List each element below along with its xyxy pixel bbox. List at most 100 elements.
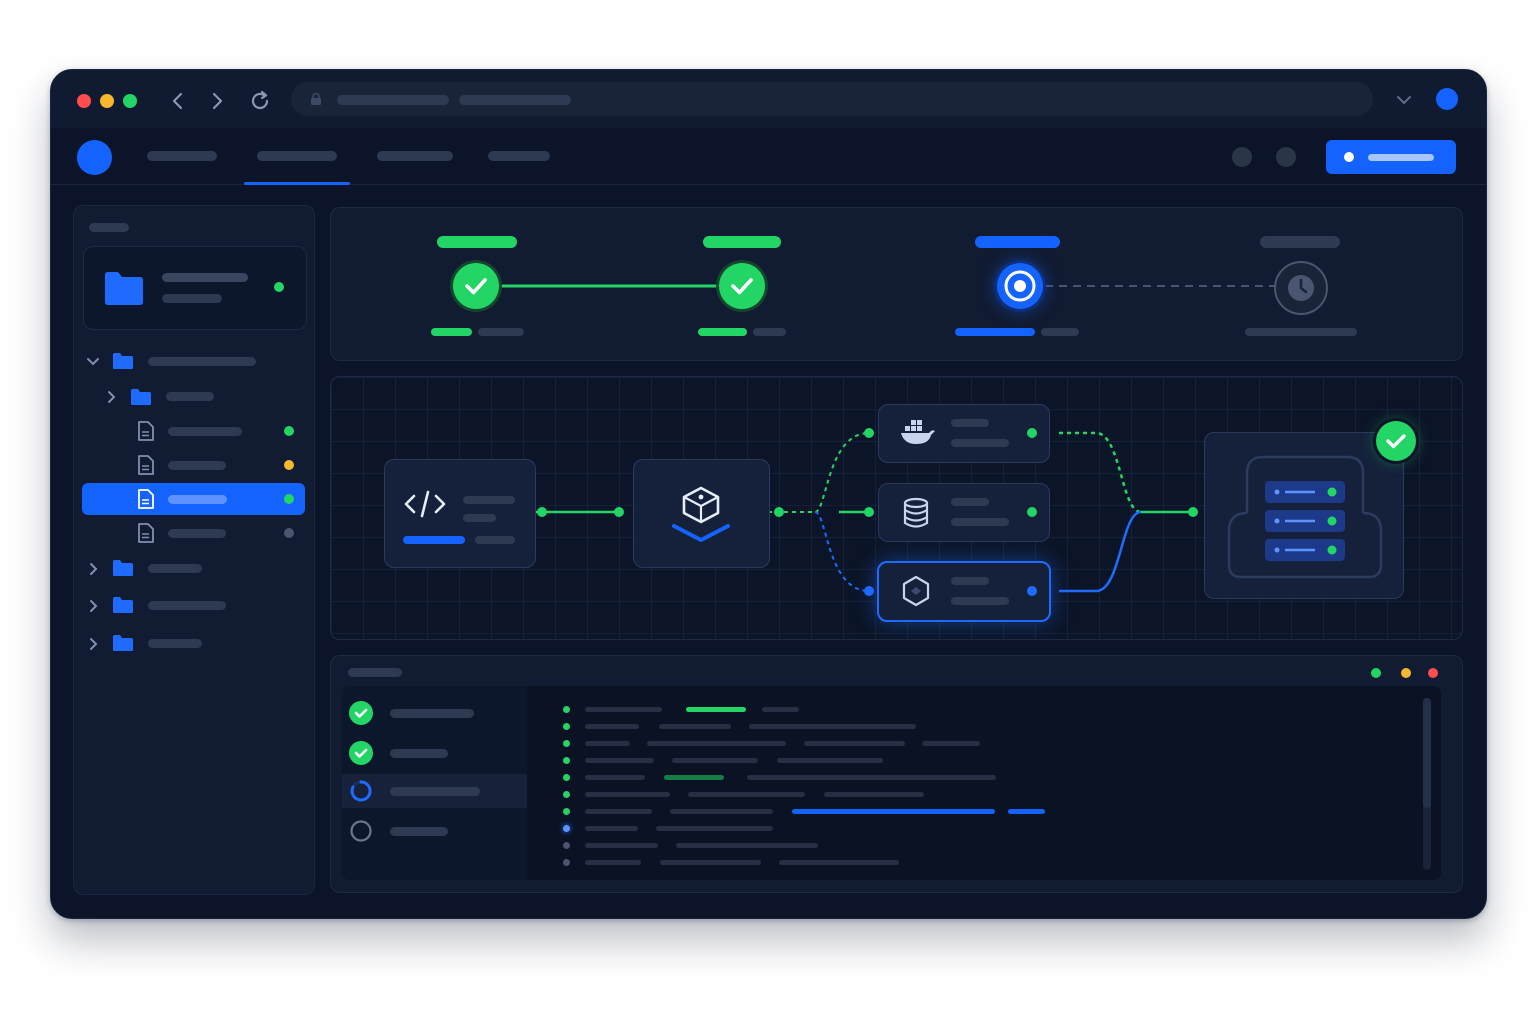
stage-1-title bbox=[437, 236, 517, 248]
step-row-1[interactable] bbox=[342, 696, 537, 730]
tree-file-2[interactable] bbox=[74, 449, 314, 481]
folder-icon bbox=[113, 560, 133, 576]
step-row-3-active[interactable] bbox=[342, 774, 537, 808]
deploy-target-node[interactable] bbox=[877, 561, 1051, 622]
check-icon bbox=[1386, 434, 1406, 449]
status-dot bbox=[1027, 507, 1037, 517]
progress-icon bbox=[1004, 270, 1036, 302]
status-dot bbox=[284, 494, 294, 504]
tree-folder-sub[interactable] bbox=[74, 381, 314, 413]
log-output[interactable] bbox=[527, 686, 1441, 880]
tree-folder-4[interactable] bbox=[74, 628, 314, 660]
step-row-2[interactable] bbox=[342, 736, 537, 770]
stage-4-status[interactable] bbox=[1274, 261, 1328, 315]
maximize-window-button[interactable] bbox=[123, 94, 137, 108]
nav-tab-4[interactable] bbox=[488, 128, 550, 184]
tree-folder-root[interactable] bbox=[74, 346, 314, 378]
source-code-node[interactable] bbox=[384, 459, 536, 568]
app-header bbox=[51, 128, 1486, 185]
stage-progress-panel bbox=[330, 207, 1463, 361]
close-window-button[interactable] bbox=[77, 94, 91, 108]
tree-file-4[interactable] bbox=[74, 517, 314, 549]
docker-node[interactable] bbox=[878, 404, 1050, 463]
chevron-down-icon[interactable] bbox=[86, 356, 100, 368]
lock-icon bbox=[311, 92, 321, 105]
repo-card[interactable] bbox=[83, 246, 307, 330]
window-dot-green bbox=[1371, 668, 1381, 678]
circle-icon bbox=[349, 819, 373, 843]
url-text bbox=[337, 95, 449, 105]
status-dot bbox=[1027, 586, 1037, 596]
status-dot bbox=[284, 528, 294, 538]
port-dot bbox=[864, 507, 874, 517]
tree-file-1[interactable] bbox=[74, 415, 314, 447]
stage-1-status[interactable] bbox=[453, 263, 499, 309]
repo-branch bbox=[162, 294, 222, 303]
server-cluster-node[interactable] bbox=[1204, 432, 1404, 599]
stage-3-title bbox=[975, 236, 1060, 248]
database-icon bbox=[903, 497, 929, 528]
sidebar-heading bbox=[89, 223, 129, 232]
stage-2-title bbox=[703, 236, 781, 248]
file-icon bbox=[138, 523, 154, 543]
app-logo[interactable] bbox=[77, 140, 112, 175]
port-dot bbox=[614, 507, 624, 517]
tree-folder-2[interactable] bbox=[74, 553, 314, 585]
code-icon bbox=[404, 490, 446, 518]
nav-tab-2[interactable] bbox=[244, 128, 350, 185]
profile-avatar[interactable] bbox=[1436, 88, 1458, 110]
scroll-thumb[interactable] bbox=[1423, 698, 1431, 808]
step-list bbox=[342, 686, 538, 880]
port-dot bbox=[774, 507, 784, 517]
port-dot bbox=[864, 428, 874, 438]
status-dot bbox=[1027, 428, 1037, 438]
tree-file-3-selected[interactable] bbox=[82, 483, 305, 515]
back-icon[interactable] bbox=[163, 86, 193, 116]
database-node[interactable] bbox=[878, 483, 1050, 542]
build-node[interactable] bbox=[633, 459, 770, 568]
status-dot bbox=[284, 460, 294, 470]
nav-tab-3[interactable] bbox=[377, 128, 453, 184]
settings-button[interactable] bbox=[1276, 147, 1296, 167]
port-dot bbox=[864, 586, 874, 596]
clock-icon bbox=[1288, 275, 1314, 301]
chevron-right-icon[interactable] bbox=[88, 562, 100, 576]
step-row-4[interactable] bbox=[342, 814, 537, 848]
log-scrollbar[interactable] bbox=[1423, 698, 1431, 870]
pipeline-graph bbox=[330, 376, 1463, 640]
url-path bbox=[459, 95, 571, 105]
chevron-right-icon[interactable] bbox=[88, 599, 100, 613]
logs-title bbox=[348, 668, 402, 677]
browser-toolbar bbox=[51, 70, 1486, 129]
repo-name bbox=[162, 273, 248, 282]
port-dot bbox=[537, 507, 547, 517]
reload-icon[interactable] bbox=[245, 86, 275, 116]
stage-4-title bbox=[1260, 236, 1340, 248]
stage-2-status[interactable] bbox=[719, 263, 765, 309]
check-icon bbox=[465, 278, 487, 295]
minimize-window-button[interactable] bbox=[100, 94, 114, 108]
folder-icon bbox=[131, 389, 151, 405]
window-dot-yellow bbox=[1401, 668, 1411, 678]
folder-icon bbox=[113, 635, 133, 651]
window-dot-red bbox=[1428, 668, 1438, 678]
address-bar[interactable] bbox=[291, 82, 1373, 116]
status-dot bbox=[284, 426, 294, 436]
spinner-icon bbox=[349, 779, 373, 803]
job-logs-panel bbox=[330, 655, 1463, 893]
check-icon bbox=[349, 701, 373, 725]
chevron-down-icon[interactable] bbox=[1394, 90, 1414, 110]
notifications-button[interactable] bbox=[1232, 147, 1252, 167]
chevron-right-icon[interactable] bbox=[106, 390, 118, 404]
forward-icon[interactable] bbox=[202, 86, 232, 116]
tree-folder-3[interactable] bbox=[74, 590, 314, 622]
folder-icon bbox=[113, 353, 133, 369]
port-dot bbox=[1188, 507, 1198, 517]
hexagon-icon bbox=[902, 575, 930, 607]
nav-tab-1[interactable] bbox=[147, 128, 217, 184]
stage-3-status[interactable] bbox=[997, 263, 1043, 309]
play-icon bbox=[1344, 152, 1354, 162]
run-pipeline-button[interactable] bbox=[1326, 140, 1456, 174]
chevron-right-icon[interactable] bbox=[88, 637, 100, 651]
docker-icon bbox=[901, 420, 935, 444]
